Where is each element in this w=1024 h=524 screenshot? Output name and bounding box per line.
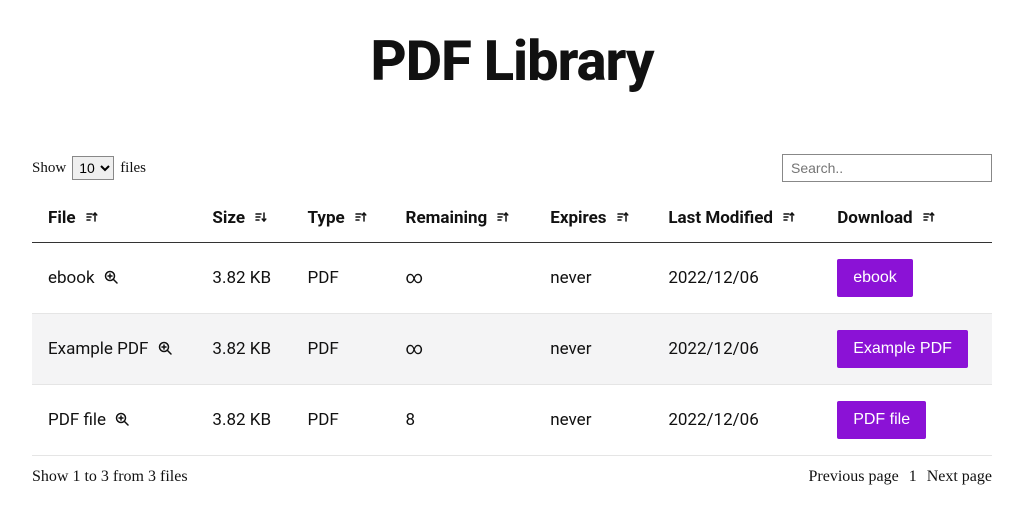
col-remaining[interactable]: Remaining [390,194,535,243]
next-page[interactable]: Next page [927,468,992,486]
cell-type: PDF [292,243,390,314]
cell-expires: never [534,243,652,314]
sort-icon [495,209,511,225]
sort-icon [615,209,631,225]
status-text: Show 1 to 3 from 3 files [32,468,188,486]
cell-last-modified: 2022/12/06 [652,385,821,456]
col-type[interactable]: Type [292,194,390,243]
page-title: PDF Library [32,28,992,94]
cell-remaining: ∞ [390,314,535,385]
cell-download: Example PDF [821,314,992,385]
cell-expires: never [534,385,652,456]
show-label-post: files [120,160,146,177]
magnifier-plus-icon[interactable] [114,411,130,427]
cell-remaining: ∞ [390,243,535,314]
file-name: ebook [48,268,95,288]
col-size-label: Size [212,208,245,228]
col-last-modified[interactable]: Last Modified [652,194,821,243]
file-name: Example PDF [48,339,148,359]
sort-icon [781,209,797,225]
col-last-modified-label: Last Modified [668,208,773,228]
table-row: ebook 3.82 KBPDF∞never2022/12/06 ebook [32,243,992,314]
cell-file: Example PDF [32,314,196,385]
show-label-pre: Show [32,160,66,177]
page-size-control: Show 10 files [32,156,146,180]
file-table: File Size Type [32,194,992,456]
magnifier-plus-icon[interactable] [103,269,119,285]
col-download[interactable]: Download [821,194,992,243]
sort-icon [253,209,269,225]
cell-size: 3.82 KB [196,385,291,456]
magnifier-plus-icon[interactable] [157,340,173,356]
col-file[interactable]: File [32,194,196,243]
pagination: Previous page 1 Next page [808,468,992,486]
cell-type: PDF [292,385,390,456]
download-button[interactable]: ebook [837,259,913,297]
file-name: PDF file [48,410,106,430]
cell-download: ebook [821,243,992,314]
download-button[interactable]: PDF file [837,401,926,439]
sort-icon [84,209,100,225]
sort-icon [353,209,369,225]
sort-icon [921,209,937,225]
download-button[interactable]: Example PDF [837,330,968,368]
cell-file: ebook [32,243,196,314]
col-expires[interactable]: Expires [534,194,652,243]
col-size[interactable]: Size [196,194,291,243]
col-expires-label: Expires [550,208,606,228]
col-remaining-label: Remaining [406,208,488,228]
table-row: PDF file 3.82 KBPDF8never2022/12/06 PDF f… [32,385,992,456]
page-size-select[interactable]: 10 [72,156,114,180]
table-row: Example PDF 3.82 KBPDF∞never2022/12/06 Ex… [32,314,992,385]
cell-size: 3.82 KB [196,314,291,385]
cell-type: PDF [292,314,390,385]
col-file-label: File [48,208,76,228]
page-number: 1 [909,468,917,486]
prev-page[interactable]: Previous page [808,468,898,486]
cell-file: PDF file [32,385,196,456]
cell-last-modified: 2022/12/06 [652,243,821,314]
cell-size: 3.82 KB [196,243,291,314]
col-type-label: Type [308,208,345,228]
search-input[interactable] [782,154,992,182]
col-download-label: Download [837,208,912,228]
cell-last-modified: 2022/12/06 [652,314,821,385]
cell-remaining: 8 [390,385,535,456]
cell-download: PDF file [821,385,992,456]
cell-expires: never [534,314,652,385]
